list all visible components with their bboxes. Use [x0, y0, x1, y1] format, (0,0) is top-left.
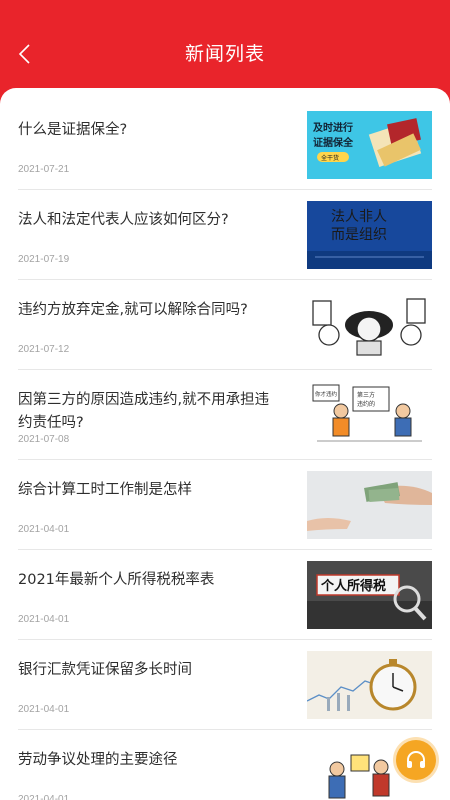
news-title: 违约方放弃定金,就可以解除合同吗? — [18, 302, 248, 318]
legal-person-image: 法人非人 而是组织 — [307, 201, 432, 269]
income-tax-image: 个人所得税 — [307, 561, 432, 629]
news-item[interactable]: 劳动争议处理的主要途径 2021-04-01 — [18, 730, 432, 800]
app-header: 新闻列表 — [0, 0, 450, 100]
news-list: 什么是证据保全? 2021-07-21 及时进行 证据保全 全干货 法人和法定代… — [0, 100, 450, 800]
thumb-text: 第三方 — [357, 391, 375, 399]
page-title: 新闻列表 — [184, 43, 265, 65]
thumb-text: 而是组织 — [331, 227, 387, 243]
money-handover-image — [307, 471, 432, 539]
contract-cartoon-image — [307, 291, 432, 359]
news-title: 劳动争议处理的主要途径 — [18, 752, 178, 768]
news-title: 2021年最新个人所得税税率表 — [18, 572, 215, 588]
headset-icon — [407, 751, 425, 768]
news-item[interactable]: 违约方放弃定金,就可以解除合同吗? 2021-07-12 — [18, 280, 432, 370]
thumb-text: 证据保全 — [313, 136, 354, 149]
news-date: 2021-07-21 — [18, 164, 70, 175]
thumb-text: 法人非人 — [331, 209, 387, 225]
thumb-text: 及时进行 — [313, 121, 353, 134]
news-date: 2021-04-01 — [18, 614, 70, 625]
thumb-text: 个人所得税 — [320, 578, 386, 594]
evidence-preservation-image: 及时进行 证据保全 全干货 — [307, 111, 432, 179]
news-item[interactable]: 2021年最新个人所得税税率表 2021-04-01 个人所得税 — [18, 550, 432, 640]
news-date: 2021-04-01 — [18, 704, 70, 715]
news-date: 2021-07-12 — [18, 344, 70, 355]
breach-cartoon-image: 第三方 违约的 你才违约 — [307, 381, 432, 449]
news-item[interactable]: 综合计算工时工作制是怎样 2021-04-01 — [18, 460, 432, 550]
thumb-text: 你才违约 — [315, 390, 338, 398]
news-title: 什么是证据保全? — [18, 122, 128, 138]
news-item[interactable]: 因第三方的原因造成违约,就不用承担违约责任吗? 2021-07-08 第三方 违… — [18, 370, 432, 460]
customer-service-button[interactable] — [396, 740, 436, 780]
news-date: 2021-07-08 — [18, 434, 70, 445]
news-date: 2021-04-01 — [18, 794, 70, 800]
thumb-text: 全干货 — [321, 154, 339, 162]
news-list-panel: 什么是证据保全? 2021-07-21 及时进行 证据保全 全干货 法人和法定代… — [0, 88, 450, 800]
news-title: 综合计算工时工作制是怎样 — [18, 482, 192, 498]
clock-finance-image — [307, 651, 432, 719]
news-item[interactable]: 什么是证据保全? 2021-07-21 及时进行 证据保全 全干货 — [18, 100, 432, 190]
news-date: 2021-07-19 — [18, 254, 70, 265]
news-item[interactable]: 银行汇款凭证保留多长时间 2021-04-01 — [18, 640, 432, 730]
news-item[interactable]: 法人和法定代表人应该如何区分? 2021-07-19 法人非人 而是组织 — [18, 190, 432, 280]
news-date: 2021-04-01 — [18, 524, 70, 535]
thumb-text: 违约的 — [357, 400, 375, 408]
news-title: 银行汇款凭证保留多长时间 — [18, 662, 192, 678]
news-title: 法人和法定代表人应该如何区分? — [18, 212, 229, 228]
news-title: 因第三方的原因造成违约,就不用承担违约责任吗? — [18, 392, 270, 431]
